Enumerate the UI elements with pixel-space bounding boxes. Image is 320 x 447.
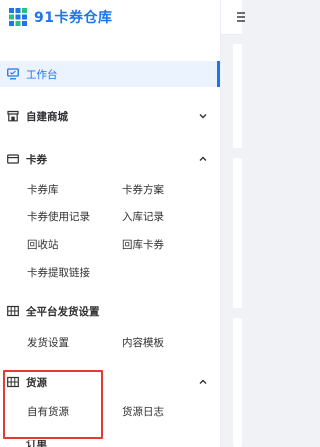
menu-item-label: 卡券	[26, 153, 47, 166]
menu-toggle-icon[interactable]	[237, 11, 245, 23]
brand-name: 91卡券仓库	[34, 10, 113, 26]
content-card	[233, 158, 242, 308]
brand[interactable]: 91卡券仓库	[9, 0, 209, 34]
active-indicator	[217, 61, 220, 87]
menu-item-label: 工作台	[26, 68, 58, 81]
top-bar	[221, 0, 245, 35]
submenu-item-recycle-bin[interactable]: 回收站	[27, 238, 59, 252]
submenu-item-extract-links[interactable]: 卡券提取链接	[27, 266, 90, 280]
submenu-item-delivery-settings[interactable]: 发货设置	[27, 336, 69, 350]
store-icon	[7, 110, 19, 122]
submenu-item-usage-records[interactable]: 卡券使用记录	[27, 210, 90, 224]
chevron-up-icon	[199, 379, 207, 384]
table-icon	[7, 305, 19, 317]
submenu-item-content-template[interactable]: 内容模板	[122, 336, 164, 350]
menu-item-label: 自建商城	[26, 110, 68, 123]
menu-item-label: 订单	[26, 440, 47, 447]
chevron-up-icon	[199, 156, 207, 161]
menu-item-source[interactable]: 货源	[0, 370, 220, 394]
grid-logo-icon	[9, 8, 27, 26]
content-card	[233, 44, 242, 148]
monitor-icon	[7, 68, 19, 80]
menu-item-label: 全平台发货设置	[26, 305, 100, 318]
submenu-item-own-source[interactable]: 自有货源	[27, 405, 69, 419]
content-card	[233, 318, 242, 447]
chevron-down-icon	[199, 114, 207, 119]
submenu-item-coupon-library[interactable]: 卡券库	[27, 183, 59, 197]
submenu-item-coupon-plan[interactable]: 卡券方案	[122, 183, 164, 197]
submenu-item-returned-coupons[interactable]: 回库卡券	[122, 238, 164, 252]
menu-item-orders[interactable]: 订单	[7, 440, 207, 447]
menu-item-delivery-settings[interactable]: 全平台发货设置	[0, 299, 220, 323]
submenu-item-stock-in-records[interactable]: 入库记录	[122, 210, 164, 224]
sidebar: 91卡券仓库 工作台 自建商城 卡券 卡券库 卡券方案 卡券使用记录 入库记录 …	[0, 0, 221, 447]
table-icon	[7, 376, 19, 388]
menu-item-label: 货源	[26, 376, 47, 389]
menu-item-workbench[interactable]: 工作台	[0, 61, 220, 87]
card-icon	[7, 154, 19, 164]
main-content	[221, 0, 245, 447]
menu-item-coupons[interactable]: 卡券	[0, 147, 220, 171]
menu-item-mall[interactable]: 自建商城	[0, 104, 220, 128]
submenu-item-source-log[interactable]: 货源日志	[122, 405, 164, 419]
